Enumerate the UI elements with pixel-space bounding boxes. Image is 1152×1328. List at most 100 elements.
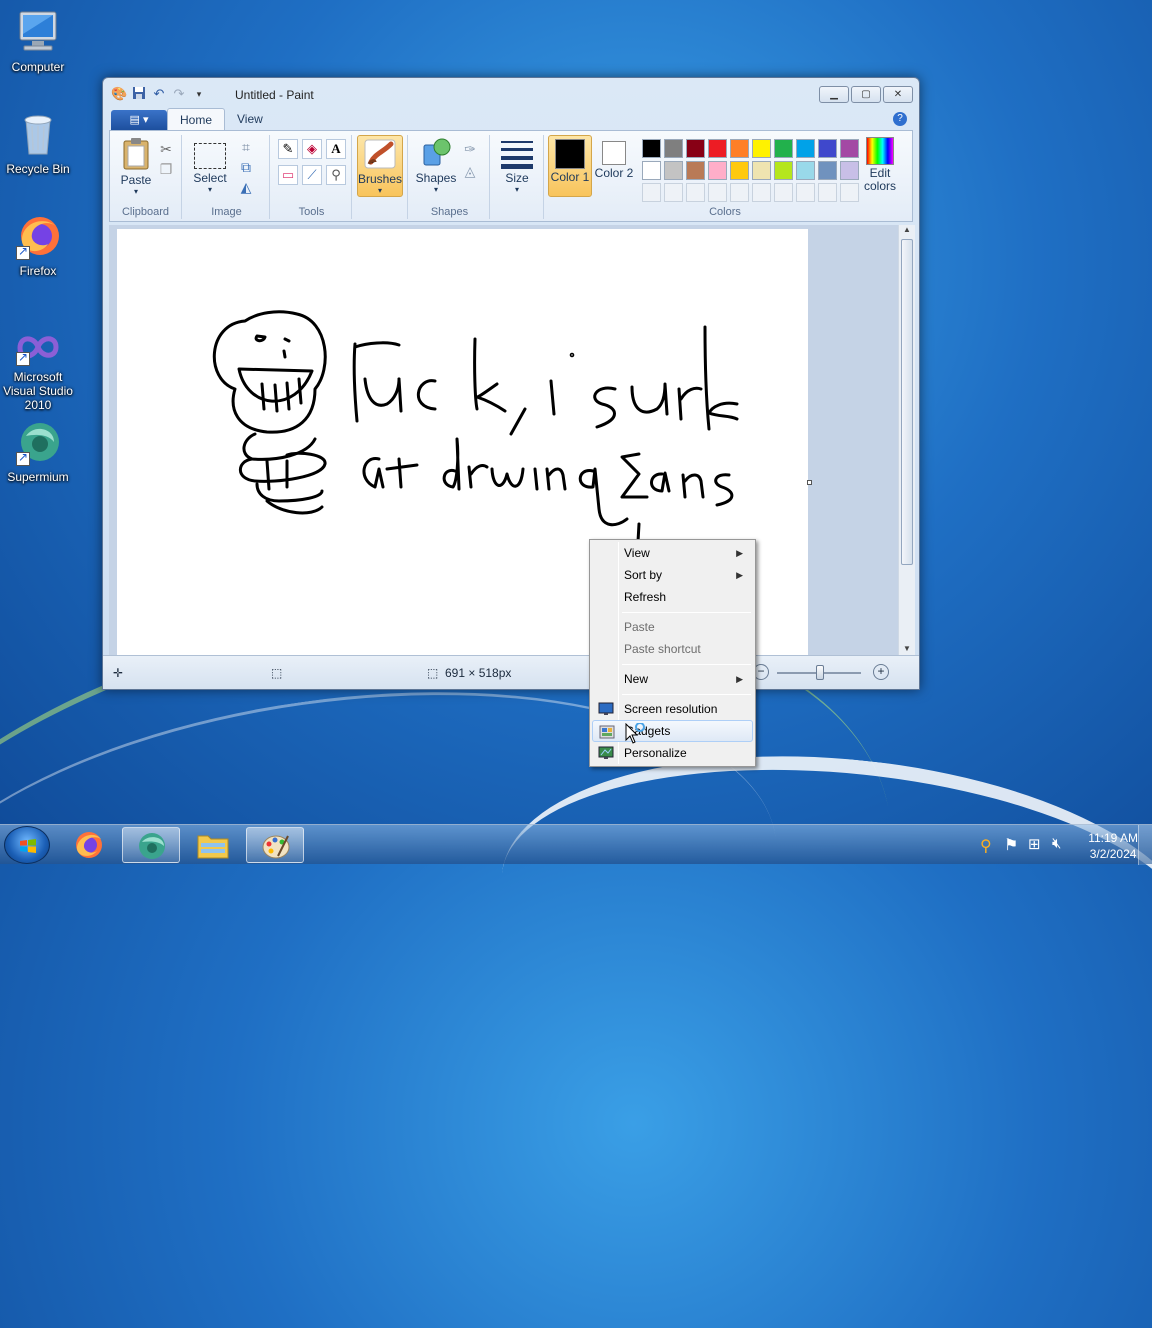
palette-color-swatch[interactable] [686, 139, 705, 158]
palette-color-swatch[interactable] [818, 161, 837, 180]
shortcut-arrow-icon [16, 244, 30, 260]
magnifier-icon[interactable]: ⚲ [326, 165, 346, 185]
color-picker-icon[interactable]: ⟋ [302, 165, 322, 185]
search-tray-icon[interactable]: ⚲ [980, 836, 992, 856]
scroll-up-icon[interactable]: ▲ [899, 225, 915, 234]
resize-icon[interactable]: ⧉ [236, 157, 256, 177]
outline-icon[interactable]: ✑ [460, 139, 480, 159]
tab-view[interactable]: View [225, 108, 275, 130]
fill-style-icon[interactable]: ◬ [460, 161, 480, 181]
paint-menu-button[interactable]: ▤ ▾ [111, 110, 167, 130]
custom-color-slot[interactable] [818, 183, 837, 202]
custom-color-slot[interactable] [730, 183, 749, 202]
color2-button[interactable]: Color 2 [594, 135, 634, 197]
tab-home[interactable]: Home [167, 108, 226, 130]
custom-color-slot[interactable] [642, 183, 661, 202]
palette-color-swatch[interactable] [774, 139, 793, 158]
custom-color-slot[interactable] [708, 183, 727, 202]
cut-icon[interactable]: ✂ [156, 139, 176, 159]
palette-color-swatch[interactable] [730, 161, 749, 180]
palette-color-swatch[interactable] [774, 161, 793, 180]
action-center-flag-icon[interactable]: ⚑ [1004, 835, 1018, 855]
help-icon[interactable]: ? [893, 112, 907, 126]
rotate-icon[interactable]: ◭ [236, 177, 256, 197]
palette-color-swatch[interactable] [796, 161, 815, 180]
vertical-scrollbar[interactable]: ▲ ▼ [898, 225, 915, 655]
resize-handle[interactable] [807, 480, 812, 485]
taskbar-firefox[interactable] [60, 827, 118, 863]
desktop-icon-computer[interactable]: Computer [0, 8, 76, 74]
start-button[interactable] [4, 826, 50, 864]
computer-icon [14, 8, 62, 56]
palette-color-swatch[interactable] [686, 161, 705, 180]
custom-color-slot[interactable] [774, 183, 793, 202]
menu-item-refresh[interactable]: Refresh [592, 586, 753, 608]
palette-color-swatch[interactable] [818, 139, 837, 158]
windows-logo-icon [20, 839, 36, 853]
taskbar-explorer[interactable] [184, 827, 242, 863]
palette-color-swatch[interactable] [796, 139, 815, 158]
close-button[interactable]: ✕ [883, 86, 913, 103]
menu-item-paste[interactable]: Paste [592, 616, 753, 638]
desktop-icon-label: Microsoft Visual Studio 2010 [3, 370, 73, 412]
crop-icon[interactable]: ⌗ [236, 137, 256, 157]
maximize-button[interactable]: ▢ [851, 86, 881, 103]
eraser-icon[interactable]: ▭ [278, 165, 298, 185]
custom-color-slot[interactable] [796, 183, 815, 202]
palette-color-swatch[interactable] [664, 161, 683, 180]
menu-item-screen-resolution[interactable]: Screen resolution [592, 698, 753, 720]
select-icon [194, 143, 226, 169]
menu-item-personalize[interactable]: Personalize [592, 742, 753, 764]
zoom-slider-thumb[interactable] [816, 665, 824, 680]
custom-color-slot[interactable] [840, 183, 859, 202]
fill-icon[interactable]: ◈ [302, 139, 322, 159]
scroll-down-icon[interactable]: ▼ [899, 644, 915, 653]
taskbar-paint[interactable] [246, 827, 304, 863]
edit-colors-button[interactable]: Edit colors [858, 137, 902, 193]
show-desktop-button[interactable] [1138, 825, 1152, 865]
color1-button[interactable]: Color 1 [548, 135, 592, 197]
undo-icon[interactable]: ↶ [151, 86, 167, 102]
select-button[interactable]: Select ▾ [190, 137, 230, 194]
pencil-icon[interactable]: ✎ [278, 139, 298, 159]
scrollbar-thumb[interactable] [901, 239, 913, 565]
desktop-icon-supermium[interactable]: Supermium [0, 418, 76, 484]
palette-color-swatch[interactable] [642, 161, 661, 180]
palette-color-swatch[interactable] [730, 139, 749, 158]
menu-item-sort-by[interactable]: Sort by ▶ [592, 564, 753, 586]
custom-color-slot[interactable] [664, 183, 683, 202]
save-icon[interactable] [131, 86, 147, 102]
desktop-icon-firefox[interactable]: Firefox [0, 212, 76, 278]
group-colors: Color 1 Color 2 Edit colors Colors [546, 135, 904, 219]
menu-item-gadgets[interactable]: Gadgets [592, 720, 753, 742]
taskbar-supermium[interactable] [122, 827, 180, 863]
paste-button[interactable]: Paste ▾ [116, 137, 156, 196]
clock[interactable]: 11:19 AM 3/2/2024 [1088, 830, 1138, 862]
zoom-in-button[interactable]: + [873, 664, 889, 680]
palette-color-swatch[interactable] [708, 161, 727, 180]
brushes-button[interactable]: Brushes ▾ [357, 135, 403, 197]
palette-color-swatch[interactable] [752, 139, 771, 158]
palette-color-swatch[interactable] [664, 139, 683, 158]
network-icon[interactable]: ⊞ [1028, 835, 1041, 853]
palette-color-swatch[interactable] [708, 139, 727, 158]
palette-color-swatch[interactable] [752, 161, 771, 180]
size-button[interactable]: Size ▾ [498, 139, 536, 194]
text-icon[interactable]: A [326, 139, 346, 159]
palette-color-swatch[interactable] [642, 139, 661, 158]
custom-color-slot[interactable] [686, 183, 705, 202]
custom-color-slot[interactable] [752, 183, 771, 202]
redo-icon[interactable]: ↷ [171, 86, 187, 102]
palette-color-swatch[interactable] [840, 161, 859, 180]
desktop-icon-visual-studio[interactable]: Microsoft Visual Studio 2010 [0, 328, 76, 412]
copy-icon[interactable]: ❐ [156, 159, 176, 179]
desktop-icon-recycle-bin[interactable]: Recycle Bin [0, 110, 76, 176]
menu-item-view[interactable]: View ▶ [592, 542, 753, 564]
customize-qat-icon[interactable]: ▾ [191, 86, 207, 102]
shapes-button[interactable]: Shapes ▾ [414, 137, 458, 194]
menu-item-new[interactable]: New ▶ [592, 668, 753, 690]
minimize-button[interactable]: ▁ [819, 86, 849, 103]
menu-item-paste-shortcut[interactable]: Paste shortcut [592, 638, 753, 660]
volume-muted-icon[interactable]: 🔇︎ [1052, 835, 1061, 852]
palette-color-swatch[interactable] [840, 139, 859, 158]
